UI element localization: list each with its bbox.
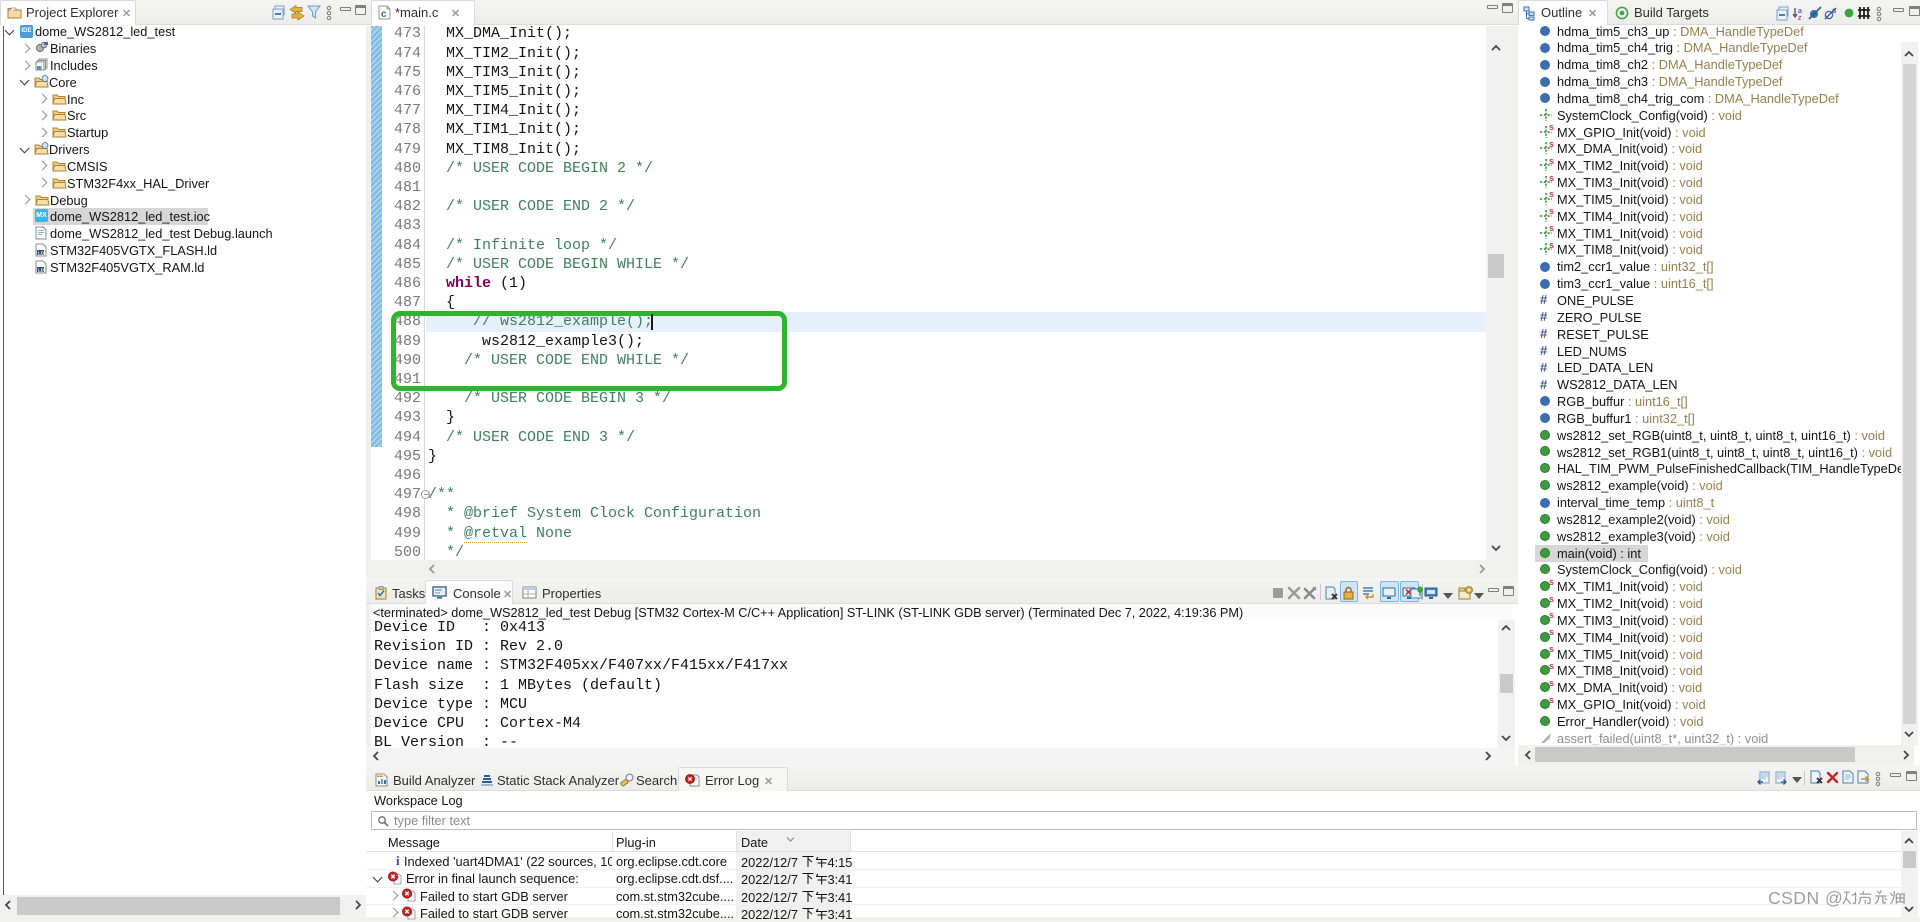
svg-text:LD: LD [38, 251, 45, 256]
svg-text:c: c [381, 9, 387, 20]
svg-text:z: z [1798, 15, 1802, 22]
svg-text:LD: LD [38, 268, 45, 273]
svg-text:a: a [1798, 8, 1802, 15]
